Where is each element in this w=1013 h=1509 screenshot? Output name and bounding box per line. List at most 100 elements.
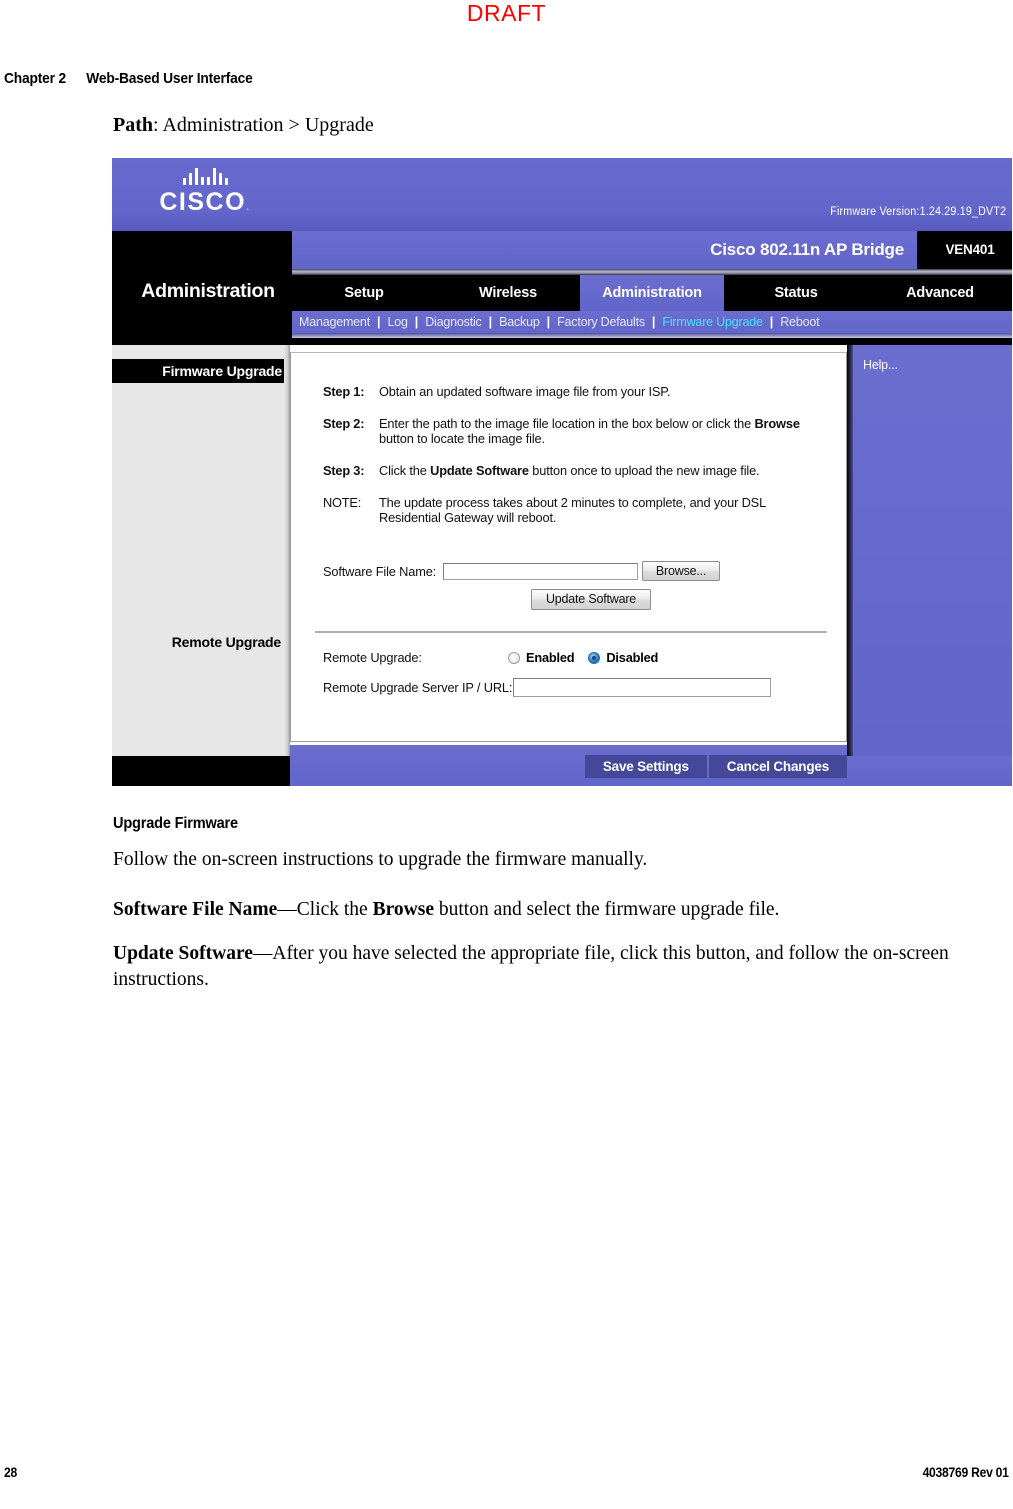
step-3-key: Step 3:	[323, 463, 365, 478]
chapter-heading: Chapter 2 Web-Based User Interface	[4, 70, 253, 87]
sidebar-footer	[112, 756, 290, 786]
cisco-logo: CISCO.	[150, 168, 260, 217]
step-3-text-part1: Click the	[379, 463, 431, 478]
save-settings-button[interactable]: Save Settings	[584, 755, 707, 778]
browse-button[interactable]: Browse...	[642, 561, 721, 581]
subnav-item-diagnostic[interactable]: Diagnostic	[425, 315, 482, 329]
sub-navigation: Management | Log | Diagnostic | Backup |…	[292, 311, 1012, 333]
step-2-text: Enter the path to the image file locatio…	[379, 416, 823, 446]
router-banner: CISCO. Firmware Version:1.24.29.19_DVT2	[112, 158, 1012, 231]
path-line: Path: Administration > Upgrade	[113, 114, 374, 137]
tab-wireless[interactable]: Wireless	[436, 275, 580, 311]
chapter-title: Web-Based User Interface	[86, 70, 253, 87]
step-1-row: Step 1: Obtain an updated software image…	[323, 384, 823, 399]
sidebar-label-remote-upgrade: Remote Upgrade	[171, 634, 281, 650]
section-heading-upgrade-firmware: Upgrade Firmware	[113, 815, 238, 832]
radio-disabled[interactable]	[588, 651, 601, 664]
subnav-separator: |	[546, 315, 551, 329]
software-file-label: Software File Name:	[323, 563, 437, 579]
paragraph-software-file-name: Software File Name—Click the Browse butt…	[113, 897, 983, 923]
section-divider	[315, 631, 827, 633]
remote-upgrade-label: Remote Upgrade:	[323, 650, 422, 665]
tab-setup[interactable]: Setup	[292, 275, 436, 311]
subnav-item-management[interactable]: Management	[299, 315, 370, 329]
step-2-text-part2: button to locate the image file.	[379, 431, 545, 446]
paragraph-update-software: Update Software—After you have selected …	[113, 941, 983, 993]
remote-url-input[interactable]	[513, 678, 771, 697]
software-file-input[interactable]	[443, 562, 639, 580]
tab-advanced[interactable]: Advanced	[868, 275, 1012, 311]
note-row: NOTE: The update process takes about 2 m…	[323, 495, 823, 525]
firmware-version-text: Firmware Version:1.24.29.19_DVT2	[830, 206, 1006, 218]
paragraph-follow-instructions: Follow the on-screen instructions to upg…	[113, 849, 648, 870]
subnav-separator: |	[651, 315, 656, 329]
cancel-changes-button[interactable]: Cancel Changes	[708, 755, 847, 778]
remote-url-row: Remote Upgrade Server IP / URL:	[323, 678, 771, 697]
step-3-row: Step 3: Click the Update Software button…	[323, 463, 823, 478]
term-update-software: Update Software	[113, 943, 253, 964]
subnav-item-reboot[interactable]: Reboot	[780, 315, 819, 329]
help-panel: Help...	[853, 345, 1012, 756]
bottom-right-fill	[847, 756, 1012, 786]
cisco-wordmark: CISCO.	[150, 188, 260, 217]
subnav-separator: |	[488, 315, 493, 329]
sidebar-top-strip	[112, 345, 290, 359]
content-panel: Step 1: Obtain an updated software image…	[290, 352, 847, 742]
subnav-separator: |	[414, 315, 419, 329]
step-2-key: Step 2:	[323, 416, 365, 431]
remote-url-label: Remote Upgrade Server IP / URL:	[323, 680, 513, 695]
steps-list: Step 1: Obtain an updated software image…	[323, 384, 823, 525]
subnav-item-factory-defaults[interactable]: Factory Defaults	[557, 315, 645, 329]
router-body: Firmware Upgrade Remote Upgrade Step 1: …	[112, 345, 1012, 786]
term-browse: Browse	[372, 899, 434, 920]
main-tabs: Setup Wireless Administration Status Adv…	[292, 275, 1012, 311]
path-label: Path	[113, 114, 153, 136]
step-2-emphasis: Browse	[754, 416, 800, 431]
update-software-button[interactable]: Update Software	[531, 589, 651, 610]
remote-upgrade-row: Remote Upgrade: Enabled Disabled	[323, 650, 672, 665]
subnav-item-log[interactable]: Log	[387, 315, 407, 329]
router-web-ui-screenshot: CISCO. Firmware Version:1.24.29.19_DVT2 …	[112, 158, 1012, 786]
router-nav-zone: Administration Cisco 802.11n AP Bridge V…	[112, 231, 1012, 345]
remote-upgrade-radio-group: Enabled Disabled	[508, 650, 672, 665]
model-row: Cisco 802.11n AP Bridge VEN401	[292, 231, 1012, 269]
radio-disabled-label: Disabled	[606, 650, 659, 665]
subnav-separator: |	[769, 315, 774, 329]
step-2-row: Step 2: Enter the path to the image file…	[323, 416, 823, 446]
step-3-text-part2: button once to upload the new image file…	[528, 463, 760, 478]
path-value: : Administration > Upgrade	[153, 114, 374, 136]
cisco-brand-text: CISCO	[159, 188, 247, 216]
chapter-label: Chapter 2	[4, 70, 66, 87]
subnav-shadow	[292, 333, 1012, 338]
cisco-registered-mark: .	[246, 201, 251, 213]
subnav-separator: |	[376, 315, 381, 329]
tab-administration[interactable]: Administration	[580, 275, 724, 311]
page-number: 28	[4, 1465, 17, 1480]
note-key: NOTE:	[323, 495, 362, 510]
draft-watermark: DRAFT	[466, 0, 547, 26]
model-name: Cisco 802.11n AP Bridge	[292, 231, 917, 269]
sidebar: Firmware Upgrade Remote Upgrade	[112, 345, 290, 786]
step-1-key: Step 1:	[323, 384, 365, 399]
cisco-bridge-icon	[150, 168, 260, 185]
subnav-item-backup[interactable]: Backup	[499, 315, 540, 329]
page-title: Administration	[141, 280, 275, 302]
sidebar-heading: Firmware Upgrade	[112, 359, 290, 383]
note-text: The update process takes about 2 minutes…	[379, 495, 766, 525]
term-software-file-name: Software File Name	[113, 899, 278, 920]
radio-enabled[interactable]	[508, 651, 520, 664]
tab-status[interactable]: Status	[724, 275, 868, 311]
step-1-text: Obtain an updated software image file fr…	[379, 384, 671, 399]
step-3-text: Click the Update Software button once to…	[379, 463, 823, 478]
p2-text-part1: —Click the	[277, 899, 373, 920]
radio-enabled-label: Enabled	[526, 650, 575, 665]
subnav-item-firmware-upgrade[interactable]: Firmware Upgrade	[662, 315, 763, 329]
help-link[interactable]: Help...	[863, 358, 898, 372]
step-3-emphasis: Update Software	[430, 463, 529, 478]
action-bar: Save Settings Cancel Changes	[290, 745, 847, 786]
p2-text-part2: button and select the firmware upgrade f…	[433, 899, 780, 920]
document-number: 4038769 Rev 01	[922, 1465, 1009, 1480]
action-bar-buttons: Save Settings Cancel Changes	[584, 755, 847, 778]
software-file-row: Software File Name: Browse...	[323, 561, 721, 581]
model-code-badge: VEN401	[945, 242, 995, 257]
